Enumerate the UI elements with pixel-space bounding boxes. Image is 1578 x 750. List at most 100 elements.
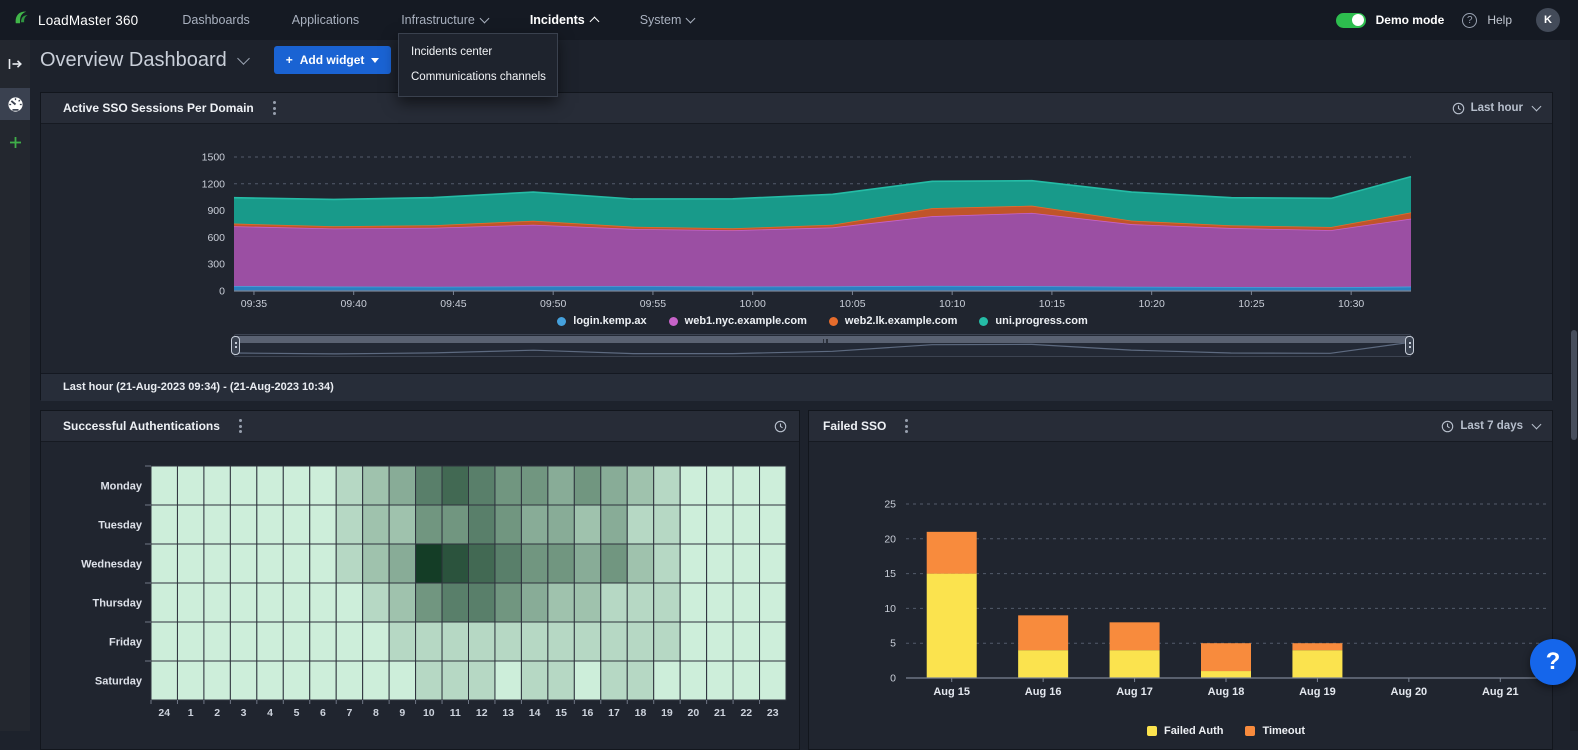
- svg-text:18: 18: [635, 707, 647, 719]
- nav-item-applications[interactable]: Applications: [292, 13, 359, 27]
- legend-dot-icon: [979, 317, 988, 326]
- svg-text:09:50: 09:50: [540, 298, 566, 310]
- user-avatar[interactable]: K: [1536, 8, 1560, 32]
- svg-text:Wednesday: Wednesday: [81, 559, 143, 571]
- svg-text:4: 4: [267, 707, 273, 719]
- menu-item-incidents-center[interactable]: Incidents center: [399, 40, 557, 65]
- kebab-menu-icon[interactable]: [236, 416, 245, 436]
- svg-text:Saturday: Saturday: [95, 676, 143, 688]
- chevron-down-icon: [479, 14, 489, 24]
- time-range-selector[interactable]: Last hour: [1452, 102, 1540, 115]
- svg-text:7: 7: [347, 707, 353, 719]
- svg-text:10:15: 10:15: [1039, 298, 1065, 310]
- sso-stacked-area-chart: 03006009001200150009:3509:4009:4509:5009…: [41, 124, 1554, 334]
- menu-item-communications-channels[interactable]: Communications channels: [399, 65, 557, 90]
- svg-text:11: 11: [450, 707, 461, 719]
- legend-item-Failed Auth[interactable]: Failed Auth: [1147, 725, 1223, 737]
- svg-text:16: 16: [582, 707, 594, 719]
- page-scrollbar-track[interactable]: [1570, 40, 1578, 731]
- legend-item-web2.lk.example.com[interactable]: web2.lk.example.com: [829, 315, 958, 327]
- svg-text:20: 20: [884, 533, 896, 545]
- svg-text:5: 5: [294, 707, 300, 719]
- svg-text:Thursday: Thursday: [92, 598, 142, 610]
- brush-selected-range[interactable]: [236, 336, 1409, 343]
- legend-swatch-icon: [1245, 726, 1255, 736]
- svg-text:300: 300: [207, 259, 225, 271]
- widget-successful-authentications: Successful Authentications MondayTuesday…: [40, 410, 800, 750]
- widget-footer: Last hour (21-Aug-2023 09:34) - (21-Aug-…: [41, 373, 1552, 401]
- svg-text:10: 10: [423, 707, 435, 719]
- clock-icon: [774, 420, 787, 433]
- legend-item-uni.progress.com[interactable]: uni.progress.com: [979, 315, 1087, 327]
- clock-icon: [1441, 420, 1454, 433]
- help-link[interactable]: Help: [1487, 13, 1512, 27]
- legend-dot-icon: [557, 317, 566, 326]
- legend-item-Timeout[interactable]: Timeout: [1245, 725, 1305, 737]
- nav-item-incidents[interactable]: Incidents: [530, 13, 598, 27]
- svg-text:Tuesday: Tuesday: [98, 520, 143, 532]
- svg-text:5: 5: [890, 638, 896, 650]
- kebab-menu-icon[interactable]: [902, 416, 911, 436]
- brand[interactable]: LoadMaster 360: [12, 8, 138, 32]
- plus-icon: [9, 136, 22, 149]
- legend-item-login.kemp.ax[interactable]: login.kemp.ax: [557, 315, 646, 327]
- floating-help-button[interactable]: ?: [1530, 639, 1576, 685]
- svg-text:2: 2: [214, 707, 220, 719]
- svg-text:1200: 1200: [202, 178, 226, 190]
- expand-arrow-icon: [7, 57, 23, 71]
- svg-text:19: 19: [661, 707, 673, 719]
- time-range-icon-button[interactable]: [774, 420, 787, 433]
- svg-text:12: 12: [476, 707, 488, 719]
- sidebar-expand-button[interactable]: [0, 48, 30, 80]
- svg-text:09:45: 09:45: [440, 298, 466, 310]
- sidebar-add-dashboard-button[interactable]: [0, 126, 30, 158]
- chart-brush-track[interactable]: [234, 334, 1411, 357]
- svg-text:13: 13: [502, 707, 514, 719]
- add-widget-button[interactable]: + Add widget: [274, 46, 392, 74]
- widget-header: Failed SSO Last 7 days: [809, 411, 1552, 442]
- svg-text:Aug 17: Aug 17: [1116, 686, 1153, 698]
- svg-text:9: 9: [399, 707, 405, 719]
- brush-right-handle[interactable]: [1405, 336, 1414, 355]
- widget-header: Successful Authentications: [41, 411, 799, 442]
- time-range-selector[interactable]: Last 7 days: [1441, 420, 1540, 433]
- area-chart-legend: login.kemp.ax web1.nyc.example.com web2.lk…: [234, 313, 1411, 329]
- widget-failed-sso: Failed SSO Last 7 days 0510152025Aug 15A…: [808, 410, 1553, 750]
- page-header: Overview Dashboard + Add widget: [40, 46, 391, 74]
- left-sidebar: [0, 40, 30, 731]
- legend-item-web1.nyc.example.com[interactable]: web1.nyc.example.com: [669, 315, 807, 327]
- brush-left-handle[interactable]: [231, 336, 240, 355]
- brush-center-grip-icon: [823, 339, 828, 343]
- toggle-knob: [1352, 14, 1364, 26]
- svg-text:3: 3: [241, 707, 247, 719]
- nav-item-dashboards[interactable]: Dashboards: [182, 13, 249, 27]
- svg-text:Aug 19: Aug 19: [1299, 686, 1336, 698]
- top-nav-bar: LoadMaster 360 Dashboards Applications I…: [0, 0, 1578, 40]
- kebab-menu-icon[interactable]: [270, 98, 279, 118]
- nav-item-infrastructure[interactable]: Infrastructure: [401, 13, 488, 27]
- incidents-dropdown-menu: Incidents center Communications channels: [398, 33, 558, 97]
- svg-text:17: 17: [608, 707, 620, 719]
- chevron-down-icon[interactable]: [237, 52, 250, 65]
- svg-text:6: 6: [320, 707, 326, 719]
- sidebar-dashboards-button[interactable]: [0, 88, 30, 120]
- bar-chart-legend: Failed Auth Timeout: [906, 723, 1546, 739]
- svg-text:22: 22: [740, 707, 752, 719]
- page-scrollbar-thumb[interactable]: [1571, 330, 1577, 440]
- brand-name: LoadMaster 360: [38, 13, 138, 28]
- nav-right-controls: Demo mode ? Help K: [1336, 8, 1560, 32]
- demo-mode-toggle[interactable]: [1336, 13, 1366, 28]
- nav-item-system[interactable]: System: [640, 13, 695, 27]
- widget-title: Active SSO Sessions Per Domain: [63, 101, 254, 115]
- svg-text:15: 15: [884, 568, 896, 580]
- svg-text:10: 10: [884, 603, 896, 615]
- svg-text:25: 25: [884, 499, 896, 511]
- svg-text:14: 14: [529, 707, 541, 719]
- main-nav: Dashboards Applications Infrastructure I…: [182, 13, 694, 27]
- svg-text:10:00: 10:00: [740, 298, 766, 310]
- widget-header: Active SSO Sessions Per Domain Last hour: [41, 93, 1552, 124]
- page-title[interactable]: Overview Dashboard: [40, 49, 227, 72]
- help-circle-icon[interactable]: ?: [1462, 13, 1477, 28]
- demo-mode-label: Demo mode: [1376, 13, 1445, 27]
- caret-down-icon: [371, 58, 379, 63]
